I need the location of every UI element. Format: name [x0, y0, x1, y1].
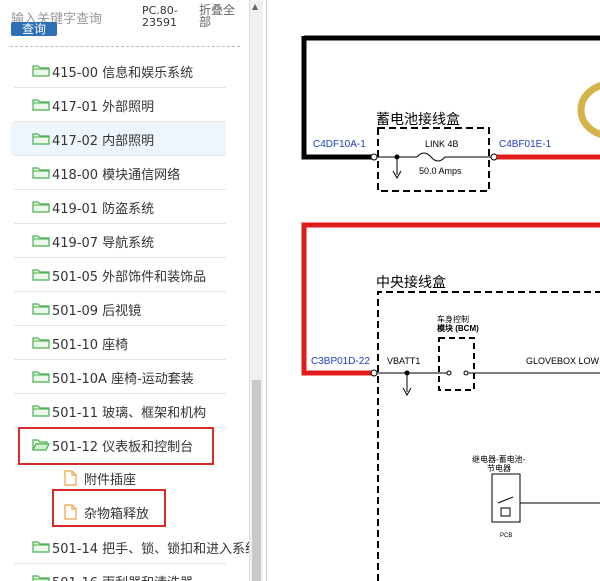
highlight-box — [18, 427, 214, 465]
vbatt-label: VBATT1 — [387, 356, 420, 366]
folder-icon — [32, 132, 50, 145]
relay-box — [491, 473, 521, 523]
document-icon — [64, 470, 77, 486]
connector-label: C4BF01E-1 — [499, 139, 552, 150]
battery-box-title: 蓄电池接线盒 — [376, 111, 460, 127]
tree-item-label: 501-11 玻璃、框架和机构 — [52, 406, 207, 421]
tree-item[interactable]: 418-00 模块通信网络 — [11, 156, 226, 189]
central-junction-box — [377, 291, 600, 581]
sidebar-scrollbar[interactable]: ▲ — [249, 0, 263, 581]
document-code: PC.80-23591 — [142, 4, 178, 29]
tree-item[interactable]: 419-07 导航系统 — [11, 224, 226, 257]
central-box-title: 中央接线盒 — [376, 274, 446, 290]
tree-item[interactable]: 501-16 雨刮器和清洗器 — [11, 564, 226, 581]
relay-label: 节电器 — [487, 463, 511, 473]
bcm-box — [438, 337, 475, 391]
folder-icon — [32, 234, 50, 247]
glovebox-label: GLOVEBOX LOW — [526, 356, 600, 366]
folder-icon — [32, 64, 50, 77]
sidebar: 输入关键字查询 查询 PC.80-23591 折叠全部 415-00 信息和娱乐… — [0, 0, 249, 581]
tree-item[interactable]: 419-01 防盗系统 — [11, 190, 226, 223]
tree-item[interactable]: 501-14 把手、锁、锁扣和进入系统 — [11, 530, 249, 563]
relay-coil — [500, 507, 511, 517]
collapse-all-button[interactable]: 折叠全部 — [199, 4, 239, 28]
highlight-box — [52, 489, 166, 527]
divider — [10, 46, 240, 47]
wire-red — [301, 222, 600, 376]
bcm-label: 模块 (BCM) — [437, 323, 479, 333]
tree-item[interactable]: 501-11 玻璃、框架和机构 — [11, 394, 226, 427]
tree-item-label: 419-01 防盗系统 — [52, 202, 155, 217]
tree-item-label: 501-05 外部饰件和装饰品 — [52, 270, 207, 285]
tree-item[interactable]: 417-01 外部照明 — [11, 88, 226, 121]
tree-item[interactable]: 415-00 信息和娱乐系统 — [11, 54, 226, 87]
folder-icon — [32, 166, 50, 179]
folder-icon — [32, 404, 50, 417]
folder-icon — [32, 574, 50, 581]
tree-item-label: 417-02 内部照明 — [52, 134, 155, 149]
search-button[interactable]: 查询 — [11, 22, 57, 36]
folder-icon — [32, 268, 50, 281]
tree-item-label: 501-10A 座椅-运动套装 — [52, 372, 194, 387]
connector-label: C3BP01D-22 — [311, 356, 370, 367]
wiring-diagram: 蓄电池接线盒 C4DF10A-1 C4BF01E-1 LINK 4B 50.0 … — [266, 0, 600, 581]
tree-item[interactable]: 501-09 后视镜 — [11, 292, 226, 325]
folder-icon — [32, 302, 50, 315]
terminal — [370, 153, 378, 161]
folder-icon — [32, 98, 50, 111]
ring-graphic — [577, 82, 600, 138]
tree-item-label: 501-16 雨刮器和清洗器 — [52, 572, 193, 581]
pcb-label: PCB — [500, 533, 512, 539]
tree-item-label: 418-00 模块通信网络 — [52, 168, 181, 183]
tree-item-label: 415-00 信息和娱乐系统 — [52, 66, 194, 81]
fuse-symbol — [416, 152, 446, 162]
relay-label: 继电器-蓄电池- — [472, 454, 526, 464]
tree-subitem-label: 附件插座 — [84, 473, 137, 488]
terminal — [370, 369, 378, 377]
folder-icon — [32, 336, 50, 349]
tree-item[interactable]: 417-02 内部照明 — [11, 122, 226, 155]
fuse-name: LINK 4B — [425, 139, 459, 149]
scroll-up-arrow-icon[interactable]: ▲ — [252, 2, 258, 11]
switch-contact — [446, 370, 452, 376]
wiring-diagram-svg: 蓄电池接线盒 C4DF10A-1 C4BF01E-1 LINK 4B 50.0 … — [301, 35, 600, 581]
terminal — [490, 153, 498, 161]
tree-item-label: 501-14 把手、锁、锁扣和进入系统 — [52, 542, 249, 557]
tree-item-label: 419-07 导航系统 — [52, 236, 155, 251]
relay-switch — [497, 496, 514, 504]
connector-label: C4DF10A-1 — [313, 139, 366, 150]
folder-icon — [32, 370, 50, 383]
fuse-rating: 50.0 Amps — [419, 166, 462, 176]
bcm-label: 车身控制 — [437, 314, 469, 324]
folder-icon — [32, 540, 50, 553]
tree-item-label: 501-09 后视镜 — [52, 304, 142, 319]
switch-contact — [463, 370, 469, 376]
tree-item[interactable]: 501-05 外部饰件和装饰品 — [11, 258, 226, 291]
tree-item[interactable]: 501-10A 座椅-运动套装 — [11, 360, 226, 393]
scroll-thumb[interactable] — [252, 380, 261, 581]
folder-icon — [32, 200, 50, 213]
tree-item-label: 417-01 外部照明 — [52, 100, 155, 115]
tree-item[interactable]: 501-10 座椅 — [11, 326, 226, 359]
tree-item-label: 501-10 座椅 — [52, 338, 129, 353]
